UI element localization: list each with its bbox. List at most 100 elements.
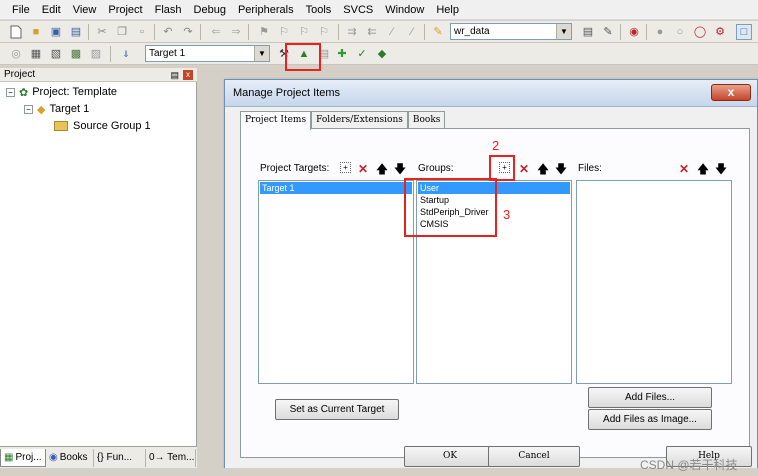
targets-header: Project Targets:	[260, 163, 330, 174]
dialog-title: Manage Project Items	[233, 87, 340, 99]
nav-back-icon[interactable]: ⇐	[208, 24, 224, 40]
annotation-label-3: 3	[503, 207, 511, 222]
save-all-icon[interactable]: ▤	[68, 24, 84, 40]
unindent-icon[interactable]: ⇇	[364, 24, 380, 40]
move-target-up-icon[interactable]: 🡅	[375, 162, 389, 176]
targets-list[interactable]: Target 1	[258, 180, 414, 384]
menu-debug[interactable]: Debug	[188, 0, 232, 20]
menu-tools[interactable]: Tools	[300, 0, 338, 20]
ok-button[interactable]: OK	[404, 446, 496, 467]
close-icon[interactable]: x	[183, 70, 193, 80]
load-download-icon[interactable]: ⇓	[118, 46, 134, 62]
collapse-icon[interactable]: −	[6, 87, 15, 97]
annotation-box-1	[285, 43, 321, 71]
dialog-close-button[interactable]: x	[711, 84, 751, 101]
rebuild-icon[interactable]: ▧	[48, 46, 64, 62]
collapse-icon[interactable]: −	[24, 104, 33, 114]
list-item-target[interactable]: Target 1	[260, 182, 412, 194]
menu-help[interactable]: Help	[430, 0, 465, 20]
tab-templates[interactable]: 0→ Tem...	[146, 448, 196, 467]
delete-target-icon[interactable]: ✕	[356, 162, 370, 176]
bookmark-icon[interactable]: ⚑	[256, 24, 272, 40]
dialog-title-bar: Manage Project Items x	[225, 80, 757, 107]
batch-build-icon[interactable]: ▩	[68, 46, 84, 62]
tree-item-target[interactable]: − ◆ Target 1	[24, 101, 89, 117]
next-bookmark-icon[interactable]: ⚐	[296, 24, 312, 40]
move-file-down-icon[interactable]: 🡇	[714, 162, 728, 176]
debug-session-icon[interactable]: ◉	[626, 24, 642, 40]
menu-view[interactable]: View	[67, 0, 103, 20]
target-combo-value: Target 1	[149, 48, 186, 59]
undo-icon[interactable]: ↶	[160, 24, 176, 40]
menu-window[interactable]: Window	[379, 0, 430, 20]
translate-icon[interactable]: ◎	[8, 46, 24, 62]
menu-svcs[interactable]: SVCS	[337, 0, 379, 20]
pin-icon[interactable]: ▤	[170, 68, 179, 82]
window-layout-icon[interactable]: □	[736, 24, 752, 40]
cancel-button[interactable]: Cancel	[488, 446, 580, 467]
prev-bookmark-icon[interactable]: ⚐	[276, 24, 292, 40]
move-group-down-icon[interactable]: 🡇	[554, 162, 568, 176]
find-icon[interactable]: ▤	[580, 24, 596, 40]
find-in-files-icon[interactable]: ✎	[430, 24, 446, 40]
paste-icon[interactable]: ▫	[134, 24, 150, 40]
clear-bookmarks-icon[interactable]: ⚐	[316, 24, 332, 40]
select-packs-icon[interactable]: ✓	[354, 46, 370, 62]
tab-folders-extensions[interactable]: Folders/Extensions	[311, 111, 408, 129]
menu-project[interactable]: Project	[102, 0, 148, 20]
move-target-down-icon[interactable]: 🡇	[393, 162, 407, 176]
tab-functions[interactable]: {} Fun...	[94, 448, 146, 467]
tree-item-group-label: Source Group 1	[73, 120, 151, 132]
copy-icon[interactable]: ❐	[114, 24, 130, 40]
stop-build-icon[interactable]: ▨	[88, 46, 104, 62]
chevron-down-icon[interactable]: ▼	[254, 46, 269, 61]
indent-icon[interactable]: ⇉	[344, 24, 360, 40]
redo-icon[interactable]: ↷	[180, 24, 196, 40]
menu-edit[interactable]: Edit	[36, 0, 67, 20]
tab-books[interactable]: ◉ Books	[46, 448, 94, 467]
files-list[interactable]	[576, 180, 732, 384]
tree-item-project[interactable]: − ✿ Project: Template	[6, 84, 117, 100]
open-folder-icon[interactable]: ■	[28, 24, 44, 40]
pack-installer-icon[interactable]: ✚	[334, 46, 350, 62]
new-file-icon[interactable]	[8, 24, 24, 40]
cut-icon[interactable]: ✂	[94, 24, 110, 40]
save-icon[interactable]: ▣	[48, 24, 64, 40]
target-combo[interactable]: Target 1 ▼	[145, 45, 270, 62]
manage-project-items-dialog: Manage Project Items x Project Items Fol…	[224, 79, 758, 471]
new-target-icon[interactable]: +	[340, 162, 351, 173]
annotation-box-3	[404, 178, 497, 237]
menu-file[interactable]: File	[6, 0, 36, 20]
tree-item-group[interactable]: Source Group 1	[54, 118, 151, 134]
configure-icon[interactable]: ⚙	[712, 24, 728, 40]
set-current-target-button[interactable]: Set as Current Target	[275, 399, 399, 420]
incremental-find-icon[interactable]: ✎	[600, 24, 616, 40]
build-icon[interactable]: ▦	[28, 46, 44, 62]
tab-project-items[interactable]: Project Items	[240, 111, 312, 130]
build-toolbar: ◎ ▦ ▧ ▩ ▨ ⇓ Target 1 ▼ ⚒ ▲ ▤ ✚ ✓ ◆	[0, 43, 758, 65]
uncomment-icon[interactable]: ⁄	[404, 24, 420, 40]
breakpoint-icon[interactable]: ●	[652, 24, 668, 40]
chevron-down-icon[interactable]: ▼	[556, 24, 571, 39]
tab-books[interactable]: Books	[407, 111, 446, 129]
move-file-up-icon[interactable]: 🡅	[696, 162, 710, 176]
add-files-as-image-button[interactable]: Add Files as Image...	[588, 409, 712, 430]
kill-breakpoints-icon[interactable]: ◯	[692, 24, 708, 40]
project-panel-header: Project ▤ x	[0, 68, 197, 82]
find-combo[interactable]: wr_data ▼	[450, 23, 572, 40]
project-icon: ✿	[19, 86, 29, 99]
delete-file-icon[interactable]: ✕	[677, 162, 691, 176]
nav-forward-icon[interactable]: ⇒	[228, 24, 244, 40]
menu-peripherals[interactable]: Peripherals	[232, 0, 300, 20]
delete-group-icon[interactable]: ✕	[517, 162, 531, 176]
comment-icon[interactable]: ⁄	[384, 24, 400, 40]
disable-breakpoint-icon[interactable]: ○	[672, 24, 688, 40]
move-group-up-icon[interactable]: 🡅	[536, 162, 550, 176]
files-header: Files:	[578, 163, 602, 174]
add-files-button[interactable]: Add Files...	[588, 387, 712, 408]
project-panel-title: Project	[4, 69, 36, 80]
groups-header: Groups:	[418, 163, 454, 174]
manage-runtime-icon[interactable]: ◆	[374, 46, 390, 62]
menu-flash[interactable]: Flash	[149, 0, 188, 20]
tab-project[interactable]: ▦ Proj...	[0, 448, 46, 467]
